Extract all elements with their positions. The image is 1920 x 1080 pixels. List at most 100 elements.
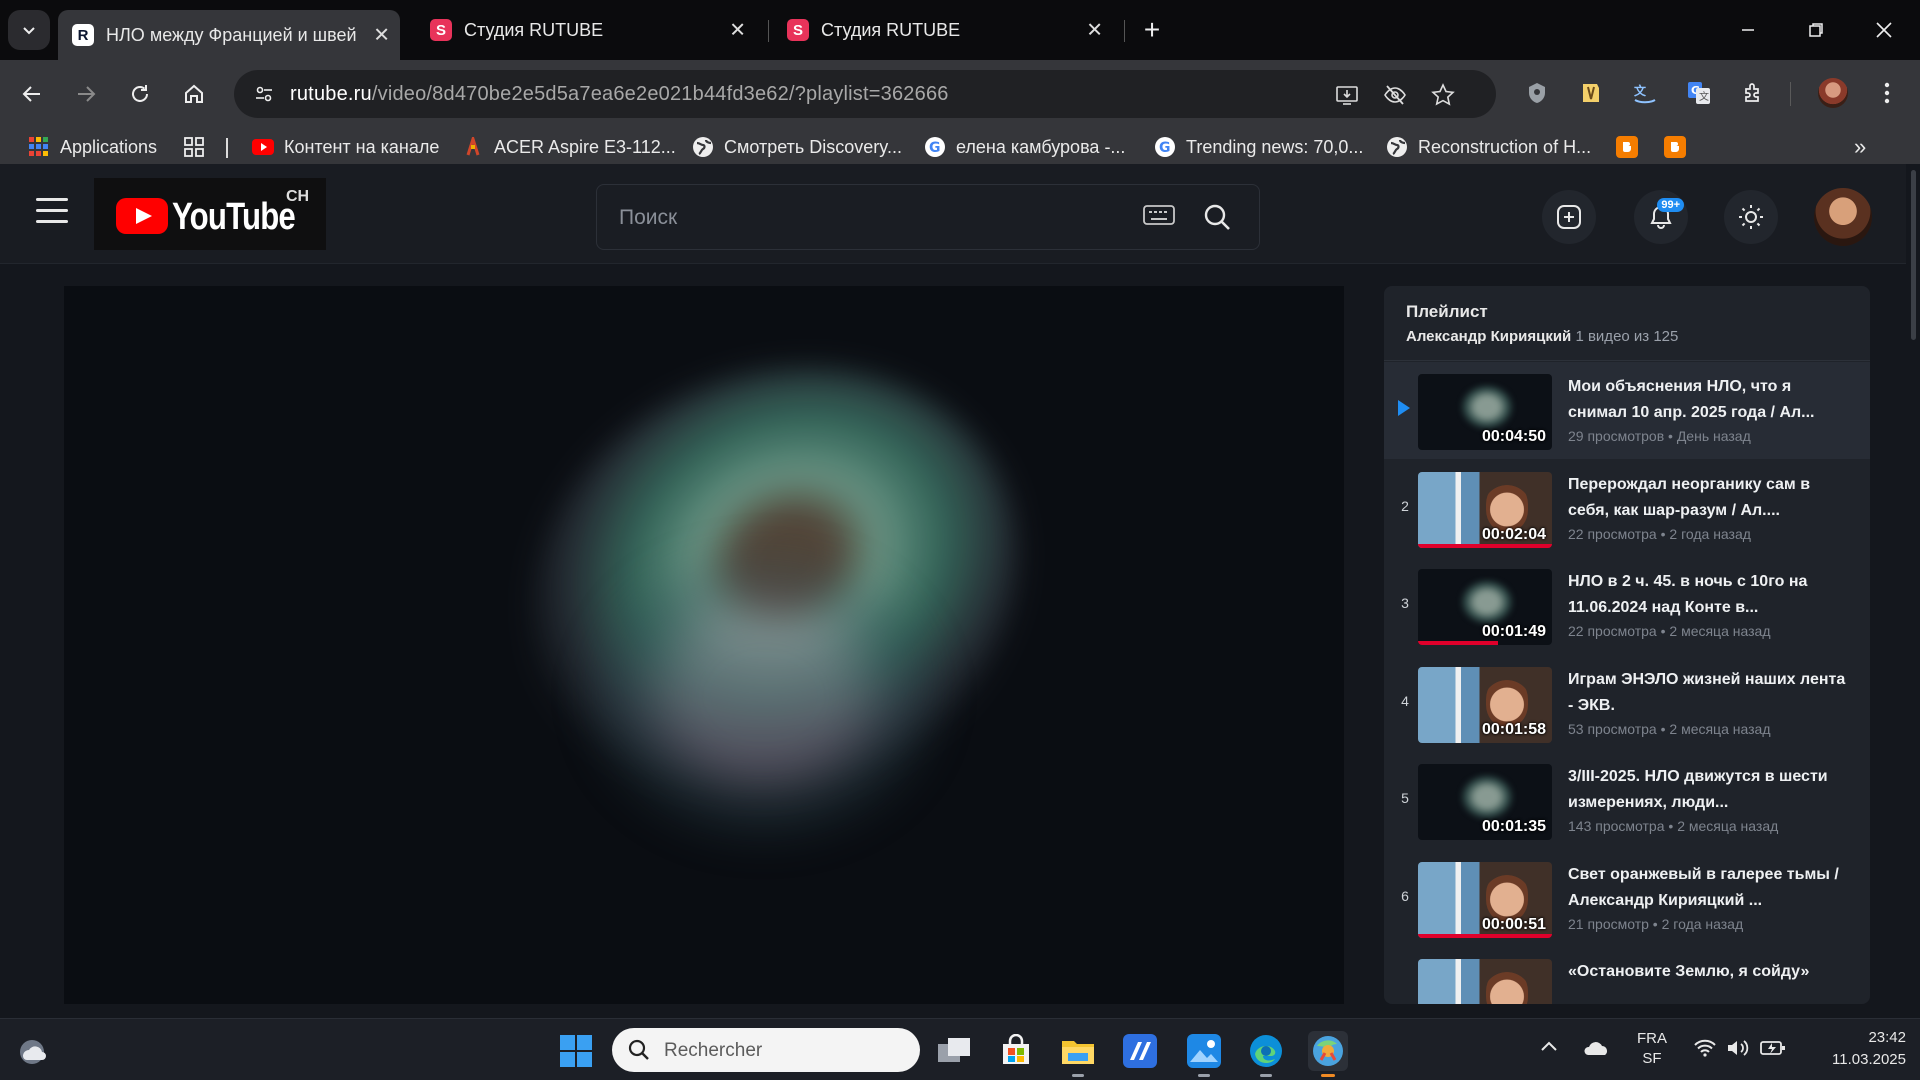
show-hidden-icons[interactable] (1540, 1039, 1558, 1057)
close-tab-icon[interactable]: ✕ (729, 18, 746, 43)
video-title[interactable]: «Остановите Землю, я сойду» (1568, 959, 1848, 1004)
sun-icon (1739, 205, 1763, 229)
keyboard-icon[interactable] (1143, 203, 1175, 232)
search-icon[interactable] (1203, 203, 1231, 236)
eye-off-icon[interactable] (1382, 82, 1408, 108)
close-window-button[interactable] (1864, 12, 1904, 48)
video-thumbnail[interactable]: 00:01:49 (1418, 569, 1552, 645)
divider (1384, 360, 1870, 361)
task-view-icon[interactable] (934, 1031, 974, 1071)
url-text[interactable]: rutube.ru/video/8d470be2e5d5a7ea6e2e021b… (290, 83, 949, 106)
bookmark-discovery[interactable]: Смотреть Discovery... (692, 134, 902, 160)
volume-icon[interactable] (1726, 1039, 1750, 1061)
video-title[interactable]: Перерождал неорганику сам в себя, как ша… (1568, 472, 1848, 524)
edge-browser-icon[interactable] (1246, 1031, 1286, 1077)
file-explorer-icon[interactable] (1058, 1031, 1098, 1077)
theme-toggle-button[interactable] (1724, 190, 1778, 244)
weather-icon[interactable] (12, 1031, 52, 1071)
note-extension-icon[interactable] (1576, 78, 1606, 108)
scrollbar-thumb[interactable] (1911, 170, 1916, 340)
running-indicator (1072, 1074, 1084, 1077)
tab-groups-button[interactable] (184, 134, 204, 160)
chrome-browser-icon[interactable] (1308, 1031, 1348, 1077)
wifi-icon[interactable] (1694, 1039, 1716, 1061)
tab-separator (1124, 20, 1125, 42)
more-bookmarks-button[interactable]: » (1854, 134, 1866, 160)
video-thumbnail[interactable]: 00:01:35 (1418, 764, 1552, 840)
playlist-author[interactable]: Александр Кирияцкий (1406, 328, 1571, 345)
video-stats: 53 просмотра • 2 месяца назад (1568, 721, 1848, 737)
shield-extension-icon[interactable] (1522, 78, 1552, 108)
microsoft-store-icon[interactable] (996, 1031, 1036, 1071)
system-clock[interactable]: 23:42 11.03.2025 (1796, 1027, 1906, 1071)
site-info-button[interactable] (246, 76, 282, 112)
bookmark-star-icon[interactable] (1430, 82, 1456, 108)
playlist-item[interactable]: «Остановите Землю, я сойду» (1384, 947, 1870, 1004)
browser-tab-3[interactable]: S Студия RUTUBE ✕ (773, 8, 1113, 52)
video-thumbnail[interactable] (1418, 959, 1552, 1004)
playlist-item[interactable]: 00:04:50 Мои объяснения НЛО, что я снимал… (1384, 362, 1870, 459)
translate-extension-icon[interactable]: 文 (1630, 78, 1660, 108)
menu-icon[interactable] (36, 198, 68, 228)
taskbar-search[interactable]: Rechercher (612, 1028, 920, 1072)
svg-text:文: 文 (1634, 83, 1647, 98)
photos-app-icon[interactable] (1184, 1031, 1224, 1077)
bookmark-blogger-2[interactable] (1664, 134, 1696, 160)
browser-menu-button[interactable] (1872, 78, 1902, 108)
profile-avatar[interactable] (1818, 78, 1848, 108)
bookmark-trending-news[interactable]: G Trending news: 70,0... (1154, 134, 1363, 160)
start-windows-icon[interactable] (556, 1031, 596, 1071)
onedrive-cloud-icon[interactable] (1584, 1039, 1610, 1061)
video-thumbnail[interactable]: 00:01:58 (1418, 666, 1552, 743)
back-button[interactable] (12, 74, 52, 114)
video-thumbnail[interactable]: 00:04:50 (1418, 374, 1552, 450)
video-title[interactable]: 3/III-2025. НЛО движутся в шести измерен… (1568, 764, 1848, 816)
notifications-button[interactable]: 99+ (1634, 190, 1688, 244)
video-thumbnail[interactable]: 00:00:51 (1418, 861, 1552, 938)
playlist-item[interactable]: 3 00:01:49 НЛО в 2 ч. 45. в ночь с 10го на… (1384, 557, 1870, 654)
user-avatar[interactable] (1814, 188, 1872, 246)
input-language[interactable]: FRA SF (1630, 1029, 1674, 1069)
bookmark-elena-kamburova[interactable]: G елена камбурова -... (924, 134, 1125, 160)
close-tab-icon[interactable]: ✕ (373, 23, 390, 48)
extensions-puzzle-icon[interactable] (1738, 78, 1768, 108)
search-input[interactable] (619, 203, 1119, 233)
reload-button[interactable] (120, 74, 160, 114)
install-app-icon[interactable] (1334, 82, 1360, 108)
video-age: 2 года назад (1661, 915, 1744, 932)
tab-search-button[interactable] (8, 10, 50, 50)
playlist-item[interactable]: 5 00:01:35 3/III-2025. НЛО движутся в шест… (1384, 752, 1870, 849)
playlist-item[interactable]: 2 00:02:04 Перерождал неорганику сам в себ… (1384, 460, 1870, 557)
bookmark-content-on-channel[interactable]: Контент на канале (252, 134, 439, 160)
bookmark-applications[interactable]: Applications (28, 134, 157, 160)
playlist-item[interactable]: 4 00:01:58 Играм ЭНЭЛО жизней наших лента … (1384, 655, 1870, 752)
restore-button[interactable] (1796, 12, 1836, 48)
bookmark-label: Applications (60, 136, 158, 157)
address-bar[interactable]: rutube.ru/video/8d470be2e5d5a7ea6e2e021b… (234, 70, 1496, 118)
video-title[interactable]: Свет оранжевый в галерее тьмы / Александ… (1568, 862, 1848, 914)
battery-charging-icon[interactable] (1760, 1039, 1786, 1061)
browser-tab-2[interactable]: S Студия RUTUBE ✕ (416, 8, 756, 52)
watch-progress-bar (1418, 543, 1552, 548)
bookmark-reconstruction[interactable]: Reconstruction of H... (1386, 134, 1591, 160)
video-title[interactable]: Играм ЭНЭЛО жизней наших лента - ЭКВ. (1568, 667, 1848, 719)
upload-button[interactable] (1542, 190, 1596, 244)
video-title[interactable]: Мои объяснения НЛО, что я снимал 10 апр.… (1568, 374, 1848, 426)
forward-button[interactable] (66, 74, 106, 114)
browser-tab-1[interactable]: R НЛО между Францией и швейцарией ✕ (58, 10, 400, 60)
minimize-button[interactable] (1728, 12, 1768, 48)
playlist-item-meta: Играм ЭНЭЛО жизней наших лента - ЭКВ. 53 … (1568, 667, 1848, 737)
playlist-item[interactable]: 6 00:00:51 Свет оранжевый в галерее тьмы /… (1384, 850, 1870, 947)
google-translate-icon[interactable]: G文 (1684, 78, 1714, 108)
close-tab-icon[interactable]: ✕ (1086, 18, 1103, 43)
video-title[interactable]: НЛО в 2 ч. 45. в ночь с 10го на 11.06.20… (1568, 569, 1848, 621)
bookmark-blogger-1[interactable] (1616, 134, 1648, 160)
home-button[interactable] (174, 74, 214, 114)
bookmark-acer[interactable]: ACER Aspire E3-112... (462, 134, 676, 160)
playlist-item-meta: «Остановите Землю, я сойду» (1568, 959, 1848, 1004)
site-logo[interactable]: YouTube CH (94, 178, 326, 250)
video-player[interactable] (64, 286, 1344, 1004)
new-tab-button[interactable]: + (1132, 12, 1172, 48)
video-thumbnail[interactable]: 00:02:04 (1418, 471, 1552, 548)
app-blue-icon[interactable] (1120, 1031, 1160, 1071)
